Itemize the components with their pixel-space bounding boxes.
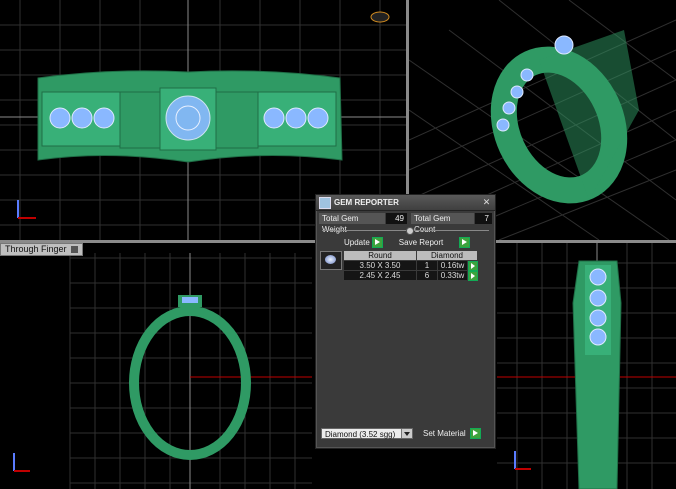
material-header: Diamond [417,251,477,260]
gem-weight: 0.16tw [438,261,467,270]
gem-list-area [320,282,491,422]
gem-weight: 0.33tw [438,271,467,280]
row-select-button[interactable] [468,271,478,281]
total-count-label: Total Gem Count [411,213,474,234]
total-weight-label: Total Gem Weight [319,213,385,234]
viewport-through-finger[interactable]: Through Finger [0,243,312,489]
side-view-canvas [497,243,676,489]
shape-header: Round [344,251,416,260]
set-material-label[interactable]: Set Material [421,429,468,438]
gem-reporter-titlebar[interactable]: GEM REPORTER ✕ [316,195,495,211]
totals-row: Total Gem Weight 49 Total Gem Count 7 [319,213,492,234]
material-select-value: Diamond (3.52 sgg) [325,430,396,439]
total-weight-value: 49 [385,213,407,224]
save-report-label[interactable]: Save Report [397,238,445,247]
gem-size: 3.50 X 3.50 [344,261,416,270]
material-select[interactable]: Diamond (3.52 sgg) [321,428,413,439]
save-report-button[interactable] [459,237,471,248]
gem-thumbnail[interactable] [320,251,342,270]
viewport-side[interactable] [497,243,676,489]
through-finger-view-canvas [13,253,312,489]
chevron-down-icon [70,246,78,254]
close-icon[interactable]: ✕ [482,198,491,207]
total-count-value: 7 [474,213,492,224]
update-label[interactable]: Update [342,238,372,247]
gem-app-icon [319,196,331,209]
viewport-label-text: Through Finger [5,244,67,254]
action-row: Update Save Report [342,237,495,248]
slider-thumb[interactable] [406,227,414,235]
gem-reporter-title: GEM REPORTER [334,198,399,207]
gem-count: 6 [417,271,437,280]
update-button[interactable] [371,237,383,248]
gem-reporter-panel: GEM REPORTER ✕ Total Gem Weight 49 Total… [315,194,496,449]
gem-count: 1 [417,261,437,270]
viewport-label[interactable]: Through Finger [0,243,83,256]
row-select-button[interactable] [468,261,478,271]
gem-size: 2.45 X 2.45 [344,271,416,280]
gem-size-slider[interactable] [322,227,489,235]
chevron-down-icon[interactable] [401,429,412,438]
set-material-button[interactable] [469,428,481,439]
material-footer: Diamond (3.52 sgg) Set Material [321,428,481,439]
